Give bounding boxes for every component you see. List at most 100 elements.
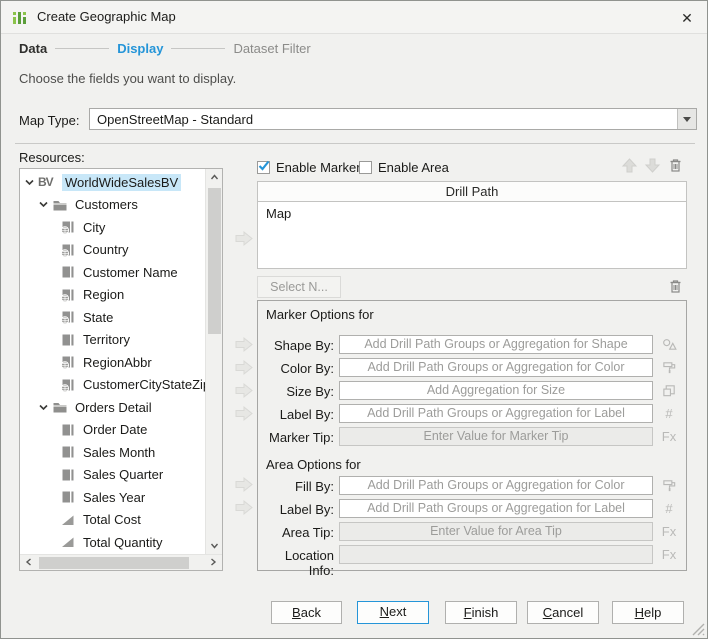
tab-display[interactable]: Display [117, 41, 163, 56]
move-down-icon[interactable] [644, 157, 661, 174]
tree-item-customercitystatezip[interactable]: CustomerCityStateZip [20, 374, 206, 397]
hash-icon[interactable]: # [658, 405, 680, 422]
delete-drill-path-icon[interactable] [667, 157, 684, 174]
create-geographic-map-dialog: Create Geographic Map ✕ Data Display Dat… [0, 0, 708, 639]
tree-item-sales-quarter[interactable]: Sales Quarter [20, 464, 206, 487]
paint-roller-icon[interactable] [658, 477, 680, 494]
back-button[interactable]: Back [271, 601, 342, 624]
tab-data[interactable]: Data [19, 41, 47, 56]
formula-icon[interactable]: Fx [658, 546, 680, 563]
map-type-dropdown[interactable]: OpenStreetMap - Standard [89, 108, 697, 130]
tree-item-sales-month[interactable]: Sales Month [20, 441, 206, 464]
select-n-button[interactable]: Select N... [257, 276, 341, 298]
scroll-left-icon[interactable] [21, 554, 37, 571]
vertical-scrollbar[interactable] [205, 169, 222, 554]
add-to-fill-arrow-icon[interactable] [234, 476, 254, 493]
tree-item-order-date[interactable]: Order Date [20, 419, 206, 442]
hash-icon[interactable]: # [658, 500, 680, 517]
tree-item-customer-name[interactable]: Customer Name [20, 261, 206, 284]
help-button[interactable]: Help [612, 601, 684, 624]
fill-by-field[interactable]: Add Drill Path Groups or Aggregation for… [339, 476, 653, 495]
tree-item-total-cost[interactable]: Total Cost [20, 509, 206, 532]
next-button[interactable]: Next [357, 601, 429, 624]
tree-item-worldwidesalesbv[interactable]: BV WorldWideSalesBV [20, 171, 206, 194]
resize-grip[interactable] [692, 623, 705, 636]
add-to-color-arrow-icon[interactable] [234, 359, 254, 376]
label-by-row: Label By: Add Drill Path Groups or Aggre… [258, 404, 686, 423]
fill-by-label: Fill By: [258, 479, 334, 494]
enable-area-label: Enable Area [378, 160, 449, 175]
field-icon [60, 467, 76, 483]
formula-icon[interactable]: Fx [658, 523, 680, 540]
geo-field-icon [60, 242, 76, 258]
tree-item-country[interactable]: Country [20, 239, 206, 262]
add-to-size-arrow-icon[interactable] [234, 382, 254, 399]
add-to-label-arrow-icon[interactable] [234, 405, 254, 422]
shape-icon[interactable] [658, 336, 680, 353]
horizontal-scrollbar[interactable] [20, 554, 222, 570]
geo-field-icon [60, 377, 76, 393]
chevron-down-icon[interactable] [23, 176, 36, 189]
tree-item-orders-detail[interactable]: Orders Detail [20, 396, 206, 419]
options-group-box: Marker Options for Shape By: Add Drill P… [257, 300, 687, 571]
location-info-label: Location Info: [258, 548, 334, 578]
tree-item-customers[interactable]: Customers [20, 194, 206, 217]
finish-button[interactable]: Finish [445, 601, 517, 624]
scroll-down-icon[interactable] [206, 537, 223, 554]
tree-content: BV WorldWideSalesBV Customers City Count… [20, 171, 206, 554]
size-icon[interactable] [658, 382, 680, 399]
add-to-area-label-arrow-icon[interactable] [234, 499, 254, 516]
cancel-button[interactable]: Cancel [527, 601, 599, 624]
tree-item-label: Order Date [80, 421, 150, 438]
drill-path-row-map[interactable]: Map [258, 202, 686, 221]
scroll-up-icon[interactable] [206, 169, 223, 186]
scroll-right-icon[interactable] [206, 554, 222, 571]
shape-by-field[interactable]: Add Drill Path Groups or Aggregation for… [339, 335, 653, 354]
map-type-label: Map Type: [19, 113, 79, 128]
paint-roller-icon[interactable] [658, 359, 680, 376]
marker-tip-field[interactable]: Enter Value for Marker Tip [339, 427, 653, 446]
area-tip-field[interactable]: Enter Value for Area Tip [339, 522, 653, 541]
area-options-heading: Area Options for [266, 457, 361, 472]
tree-item-label: Country [80, 241, 132, 258]
tree-item-region[interactable]: Region [20, 284, 206, 307]
add-to-shape-arrow-icon[interactable] [234, 336, 254, 353]
area-label-by-label: Label By: [258, 502, 334, 517]
tree-item-label: Sales Quarter [80, 466, 166, 483]
tree-item-city[interactable]: City [20, 216, 206, 239]
wizard-steps: Data Display Dataset Filter [19, 41, 311, 56]
tree-item-territory[interactable]: Territory [20, 329, 206, 352]
page-subtitle: Choose the fields you want to display. [19, 71, 236, 86]
add-to-drill-path-arrow-icon[interactable] [234, 230, 254, 247]
move-up-icon[interactable] [621, 157, 638, 174]
tree-item-label: Territory [80, 331, 133, 348]
close-icon[interactable]: ✕ [677, 8, 697, 28]
tree-item-label: Customer Name [80, 264, 181, 281]
label-by-field[interactable]: Add Drill Path Groups or Aggregation for… [339, 404, 653, 423]
measure-icon [60, 512, 76, 528]
chevron-down-icon[interactable] [37, 198, 50, 211]
tab-dataset-filter[interactable]: Dataset Filter [233, 41, 310, 56]
area-label-by-row: Label By: Add Drill Path Groups or Aggre… [258, 499, 686, 518]
vertical-scrollbar-thumb[interactable] [208, 188, 221, 334]
tree-item-regionabbr[interactable]: RegionAbbr [20, 351, 206, 374]
delete-selected-icon[interactable] [667, 278, 684, 295]
tree-item-sales-year[interactable]: Sales Year [20, 486, 206, 509]
tree-item-label: Sales Month [80, 444, 158, 461]
field-icon [60, 489, 76, 505]
tree-item-total-quantity[interactable]: Total Quantity [20, 531, 206, 554]
horizontal-scrollbar-thumb[interactable] [39, 557, 189, 569]
location-info-field[interactable] [339, 545, 653, 564]
color-by-field[interactable]: Add Drill Path Groups or Aggregation for… [339, 358, 653, 377]
size-by-label: Size By: [258, 384, 334, 399]
enable-marker-checkbox[interactable] [257, 161, 270, 174]
enable-area-checkbox[interactable] [359, 161, 372, 174]
field-icon [60, 332, 76, 348]
chevron-down-icon[interactable] [37, 401, 50, 414]
chevron-down-icon[interactable] [677, 109, 696, 129]
formula-icon[interactable]: Fx [658, 428, 680, 445]
tree-item-label: Total Cost [80, 511, 144, 528]
size-by-field[interactable]: Add Aggregation for Size [339, 381, 653, 400]
tree-item-state[interactable]: State [20, 306, 206, 329]
area-label-by-field[interactable]: Add Drill Path Groups or Aggregation for… [339, 499, 653, 518]
